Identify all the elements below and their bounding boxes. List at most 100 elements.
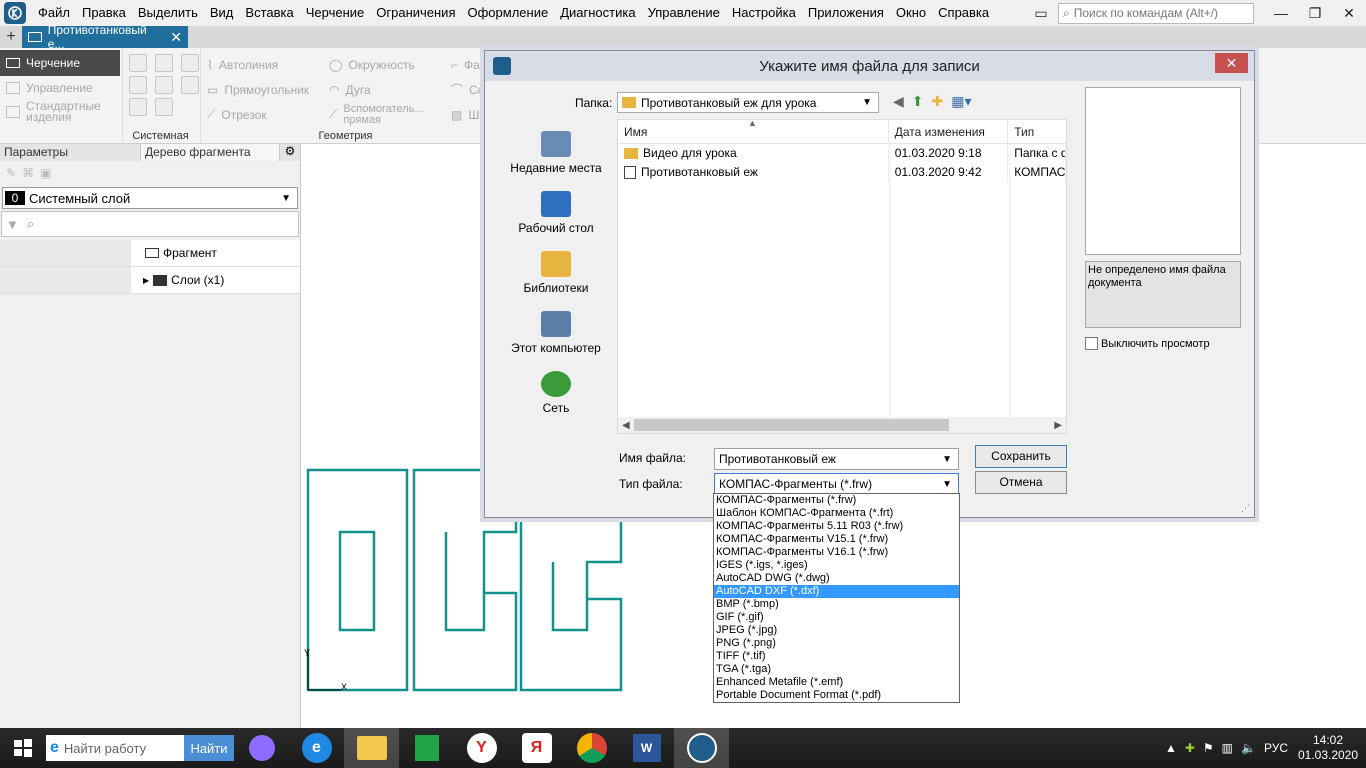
- menu-item-5[interactable]: Черчение: [300, 0, 371, 26]
- show-hidden-icons-icon[interactable]: ▲: [1165, 741, 1177, 755]
- drawn-letter-o[interactable]: [306, 468, 409, 692]
- autoline-button[interactable]: ⌇ Автолиния: [201, 52, 309, 77]
- store-app[interactable]: [399, 728, 454, 768]
- alice-assistant-app[interactable]: [234, 728, 289, 768]
- filetype-option[interactable]: JPEG (*.jpg): [714, 624, 959, 637]
- file-list[interactable]: ▲ Имя Дата изменения Тип Видео для урока…: [617, 119, 1067, 434]
- segment-button[interactable]: ⟋ Отрезок: [201, 102, 309, 127]
- filetype-option[interactable]: PNG (*.png): [714, 637, 959, 650]
- horizontal-scrollbar[interactable]: ◀ ▶: [618, 417, 1066, 433]
- file-row[interactable]: Видео для урока 01.03.2020 9:18 Папка с ф: [618, 144, 1066, 163]
- new-tab-plus-icon[interactable]: +: [0, 28, 22, 46]
- undo-icon[interactable]: [129, 98, 147, 116]
- drawn-letter-c-second[interactable]: [519, 512, 623, 692]
- save-file-icon[interactable]: [181, 54, 199, 72]
- network-icon[interactable]: ▥: [1222, 741, 1233, 755]
- structure-icon[interactable]: ⌘: [22, 166, 34, 180]
- save-button[interactable]: Сохранить: [975, 445, 1067, 468]
- chevron-down-icon[interactable]: ▼: [942, 479, 952, 490]
- mode-drawing-button[interactable]: Черчение: [0, 50, 120, 76]
- filetype-dropdown-list[interactable]: КОМПАС-Фрагменты (*.frw) Шаблон КОМПАС-Фр…: [713, 493, 960, 703]
- panel-toggle-icon[interactable]: ▭: [1024, 5, 1058, 22]
- file-explorer-app[interactable]: [344, 728, 399, 768]
- command-search-input[interactable]: ⌕ Поиск по командам (Alt+/): [1058, 2, 1254, 24]
- disable-preview-checkbox[interactable]: Выключить просмотр: [1085, 337, 1210, 350]
- clock[interactable]: 14:02 01.03.2020: [1296, 733, 1360, 763]
- redo-icon[interactable]: [155, 98, 173, 116]
- place-item-0[interactable]: Недавние места: [495, 119, 617, 179]
- tree-item-layers[interactable]: ▶ Слои (x1): [0, 267, 300, 294]
- tree-filter-input[interactable]: ▼ ⌕: [1, 211, 299, 237]
- image-icon[interactable]: ▣: [40, 166, 51, 180]
- checkbox-box[interactable]: [1085, 337, 1098, 350]
- tray-app-icon[interactable]: ✚: [1185, 741, 1195, 755]
- hatch-button[interactable]: ▨ Шт: [445, 102, 490, 127]
- yandex-browser-app[interactable]: Y: [454, 728, 509, 768]
- flag-icon[interactable]: ⚑: [1203, 741, 1214, 755]
- filetype-option[interactable]: AutoCAD DWG (*.dwg): [714, 572, 959, 585]
- arc-button[interactable]: ◠ Дуга: [323, 77, 437, 102]
- filetype-option[interactable]: Enhanced Metafile (*.emf): [714, 676, 959, 689]
- taskbar-search-button[interactable]: Найти: [184, 735, 234, 761]
- paste-icon[interactable]: [155, 76, 173, 94]
- print-icon[interactable]: [181, 76, 199, 94]
- restore-icon[interactable]: ❐: [1298, 5, 1332, 22]
- filetype-option[interactable]: КОМПАС-Фрагменты V15.1 (*.frw): [714, 533, 959, 546]
- yandex-app[interactable]: Я: [509, 728, 564, 768]
- scroll-right-icon[interactable]: ▶: [1054, 420, 1062, 431]
- tab-fragment-tree[interactable]: Дерево фрагмента: [140, 144, 280, 161]
- scroll-left-icon[interactable]: ◀: [622, 420, 630, 431]
- chamfer-button[interactable]: ⌐ Фа: [445, 52, 490, 77]
- filetype-option[interactable]: Шаблон КОМПАС-Фрагмента (*.frt): [714, 507, 959, 520]
- menu-item-11[interactable]: Приложения: [802, 0, 890, 26]
- menu-item-7[interactable]: Оформление: [462, 0, 555, 26]
- file-row[interactable]: Противотанковый еж 01.03.2020 9:42 КОМПАС: [618, 163, 1066, 182]
- up-folder-icon[interactable]: ⬆: [912, 93, 924, 110]
- filetype-option[interactable]: TGA (*.tga): [714, 663, 959, 676]
- word-app[interactable]: W: [619, 728, 674, 768]
- place-item-3[interactable]: Этот компьютер: [495, 299, 617, 359]
- new-file-icon[interactable]: [129, 54, 147, 72]
- tab-document[interactable]: Противотанковый е... ✕: [22, 23, 188, 51]
- new-folder-icon[interactable]: ✚: [932, 93, 944, 110]
- copy-icon[interactable]: [129, 76, 147, 94]
- open-file-icon[interactable]: [155, 54, 173, 72]
- menu-item-9[interactable]: Управление: [642, 0, 726, 26]
- filetype-option[interactable]: GIF (*.gif): [714, 611, 959, 624]
- expand-arrow-icon[interactable]: ▶: [143, 276, 149, 285]
- filetype-option[interactable]: BMP (*.bmp): [714, 598, 959, 611]
- minimize-icon[interactable]: —: [1264, 5, 1298, 21]
- kompas-logo-icon[interactable]: [4, 2, 26, 24]
- menu-item-10[interactable]: Настройка: [726, 0, 802, 26]
- close-icon[interactable]: ✕: [1332, 5, 1366, 22]
- place-item-4[interactable]: Сеть: [495, 359, 617, 419]
- filetype-option[interactable]: КОМПАС-Фрагменты 5.11 R03 (*.frw): [714, 520, 959, 533]
- column-type[interactable]: Тип: [1008, 120, 1066, 143]
- language-indicator[interactable]: РУС: [1264, 741, 1288, 755]
- column-date[interactable]: Дата изменения: [889, 120, 1009, 143]
- standard-parts-button[interactable]: Стандартные изделия: [0, 100, 120, 124]
- back-arrow-icon[interactable]: ◀: [893, 93, 904, 110]
- volume-icon[interactable]: 🔈: [1241, 741, 1256, 755]
- dialog-close-button[interactable]: ✕: [1215, 53, 1248, 73]
- menu-item-3[interactable]: Вид: [204, 0, 240, 26]
- menu-item-13[interactable]: Справка: [932, 0, 995, 26]
- pencil-icon[interactable]: ✎: [6, 166, 16, 180]
- menu-item-8[interactable]: Диагностика: [554, 0, 641, 26]
- menu-item-4[interactable]: Вставка: [239, 0, 299, 26]
- chrome-app[interactable]: [564, 728, 619, 768]
- aux-line-button[interactable]: ⟋ Вспомогатель... прямая: [323, 102, 437, 127]
- tab-close-icon[interactable]: ✕: [170, 29, 182, 46]
- kompas-app[interactable]: [674, 728, 729, 768]
- filetype-option[interactable]: TIFF (*.tif): [714, 650, 959, 663]
- filetype-option[interactable]: AutoCAD DXF (*.dxf): [714, 585, 959, 598]
- rounding-button[interactable]: ⌒ Скр: [445, 77, 490, 102]
- view-menu-icon[interactable]: ▦▾: [951, 93, 971, 110]
- place-item-2[interactable]: Библиотеки: [495, 239, 617, 299]
- tree-item-fragment[interactable]: Фрагмент: [0, 240, 300, 267]
- manage-button[interactable]: Управление: [0, 76, 120, 100]
- filetype-option[interactable]: IGES (*.igs, *.iges): [714, 559, 959, 572]
- start-button[interactable]: [0, 728, 46, 768]
- chevron-down-icon[interactable]: ▼: [942, 454, 952, 465]
- rectangle-button[interactable]: ▭ Прямоугольник: [201, 77, 309, 102]
